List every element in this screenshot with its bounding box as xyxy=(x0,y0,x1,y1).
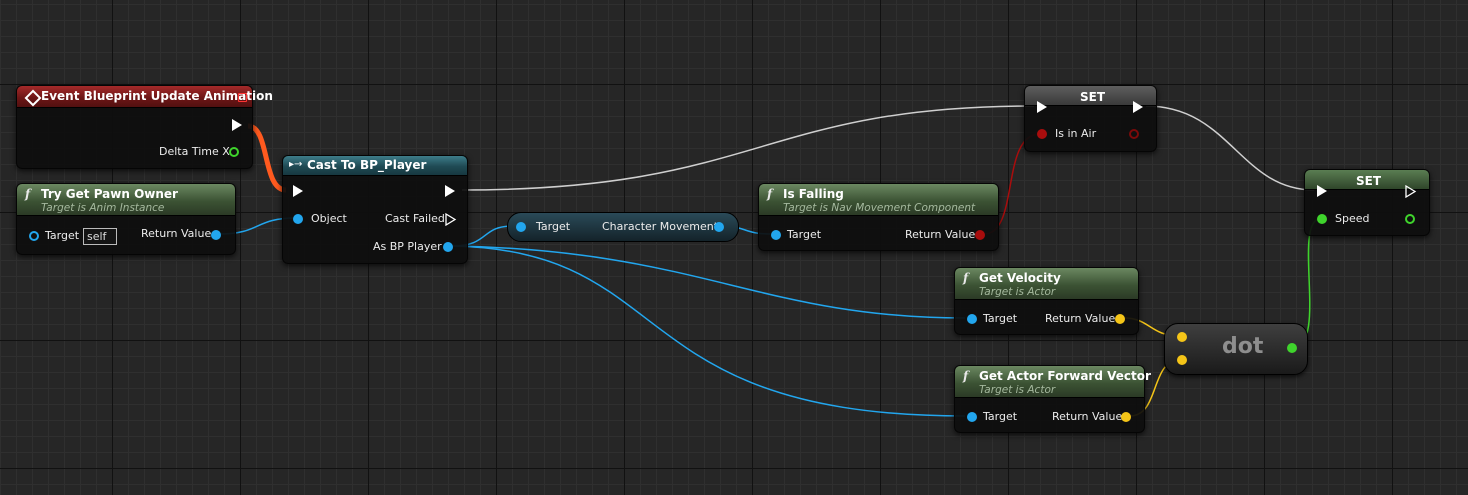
is-falling-target-pin[interactable] xyxy=(771,230,781,240)
function-icon: f xyxy=(963,369,969,383)
function-icon: f xyxy=(25,187,31,201)
set-in-air-exec-out-pin[interactable] xyxy=(1133,101,1143,113)
function-icon: f xyxy=(767,187,773,201)
charmove-target-label: Target xyxy=(536,220,571,233)
cast-icon: ▸→ xyxy=(289,159,303,170)
set-in-air-output-pin[interactable] xyxy=(1129,129,1139,139)
delta-time-pin[interactable] xyxy=(229,147,239,157)
is-falling-title: Is Falling xyxy=(783,187,844,201)
pawn-owner-target-pin[interactable] xyxy=(29,231,39,241)
charmove-output-label: Character Movement xyxy=(602,220,719,233)
get-forward-target-label: Target xyxy=(983,410,1018,423)
is-falling-target-label: Target xyxy=(787,228,822,241)
charmove-target-pin[interactable] xyxy=(516,222,526,232)
get-forward-header: f Get Actor Forward Vector Target is Act… xyxy=(955,366,1151,398)
event-node-header: Event Blueprint Update Animation xyxy=(17,86,273,108)
try-get-pawn-owner-title: Try Get Pawn Owner xyxy=(41,187,178,201)
get-velocity-node[interactable]: f Get Velocity Target is Actor Target Re… xyxy=(954,267,1139,335)
cast-as-pin[interactable] xyxy=(443,242,453,252)
cast-object-pin[interactable] xyxy=(293,214,303,224)
get-velocity-title: Get Velocity xyxy=(979,271,1061,285)
get-forward-title: Get Actor Forward Vector xyxy=(979,369,1151,383)
function-icon: f xyxy=(963,271,969,285)
cast-failed-pin-outline xyxy=(445,213,457,226)
object-wire-cast-to-forward xyxy=(451,245,966,417)
set-speed-exec-out-pin[interactable] xyxy=(1405,185,1417,198)
get-velocity-return-label: Return Value xyxy=(1045,312,1116,325)
pawn-owner-target-label: Target xyxy=(45,229,80,242)
get-forward-return-label: Return Value xyxy=(1052,410,1123,423)
pawn-owner-target-input[interactable]: self xyxy=(83,228,117,245)
is-falling-return-pin[interactable] xyxy=(975,230,985,240)
set-speed-node[interactable]: SET Speed xyxy=(1304,169,1430,236)
delta-time-label: Delta Time X xyxy=(159,145,230,158)
cast-exec-out-pin[interactable] xyxy=(445,185,455,197)
try-get-pawn-owner-header: f Try Get Pawn Owner Target is Anim Inst… xyxy=(17,184,235,216)
object-wire-cast-to-velocity xyxy=(451,245,966,319)
get-velocity-subtitle: Target is Actor xyxy=(979,286,1056,298)
get-actor-forward-vector-node[interactable]: f Get Actor Forward Vector Target is Act… xyxy=(954,365,1151,433)
delegate-pin-icon[interactable] xyxy=(238,93,247,102)
pawn-owner-return-label: Return Value xyxy=(141,227,212,240)
cast-node-title: Cast To BP_Player xyxy=(307,158,427,172)
character-movement-node[interactable]: Target Character Movement xyxy=(507,212,739,242)
charmove-output-pin[interactable] xyxy=(714,222,724,232)
event-icon xyxy=(24,89,42,107)
set-speed-input-pin[interactable] xyxy=(1317,214,1327,224)
exec-wire-set-in-air-to-set-speed xyxy=(1145,105,1315,191)
set-in-air-exec-in-pin[interactable] xyxy=(1037,101,1047,113)
cast-to-bp-player-node[interactable]: ▸→ Cast To BP_Player Object Cast Failed … xyxy=(282,155,468,264)
dot-input-a-pin[interactable] xyxy=(1177,332,1187,342)
set-in-air-input-pin[interactable] xyxy=(1037,129,1047,139)
cast-as-label: As BP Player xyxy=(373,240,442,253)
set-speed-exec-in-pin[interactable] xyxy=(1317,185,1327,197)
is-falling-header: f Is Falling Target is Nav Movement Comp… xyxy=(759,184,998,216)
set-speed-var-label: Speed xyxy=(1335,212,1370,225)
set-speed-output-pin[interactable] xyxy=(1405,214,1415,224)
set-is-in-air-node[interactable]: SET Is in Air xyxy=(1024,85,1157,152)
set-in-air-title: SET xyxy=(1080,90,1106,104)
dot-node-label: dot xyxy=(1222,334,1264,359)
exec-wire-event-to-cast xyxy=(247,123,287,193)
exec-wire-cast-to-set-in-air xyxy=(461,105,1035,191)
dot-input-b-pin[interactable] xyxy=(1177,355,1187,365)
try-get-pawn-owner-node[interactable]: f Try Get Pawn Owner Target is Anim Inst… xyxy=(16,183,236,255)
dot-output-pin[interactable] xyxy=(1287,343,1297,353)
event-exec-out-pin[interactable] xyxy=(232,119,242,131)
is-falling-subtitle: Target is Nav Movement Component xyxy=(783,202,976,214)
get-velocity-target-pin[interactable] xyxy=(967,314,977,324)
event-blueprint-update-animation-node[interactable]: Event Blueprint Update Animation Delta T… xyxy=(16,85,273,169)
is-falling-node[interactable]: f Is Falling Target is Nav Movement Comp… xyxy=(758,183,999,251)
get-velocity-return-pin[interactable] xyxy=(1115,314,1125,324)
cast-failed-label: Cast Failed xyxy=(385,212,445,225)
cast-node-header: ▸→ Cast To BP_Player xyxy=(283,156,467,176)
get-forward-subtitle: Target is Actor xyxy=(979,384,1056,396)
set-speed-title: SET xyxy=(1356,174,1382,188)
pawn-owner-return-pin[interactable] xyxy=(211,230,221,240)
set-in-air-var-label: Is in Air xyxy=(1055,127,1097,140)
cast-exec-in-pin[interactable] xyxy=(293,185,303,197)
cast-object-label: Object xyxy=(311,212,347,225)
get-forward-target-pin[interactable] xyxy=(967,412,977,422)
get-velocity-target-label: Target xyxy=(983,312,1018,325)
is-falling-return-label: Return Value xyxy=(905,228,976,241)
dot-product-node[interactable]: dot xyxy=(1164,323,1308,375)
get-velocity-header: f Get Velocity Target is Actor xyxy=(955,268,1138,300)
try-get-pawn-owner-subtitle: Target is Anim Instance xyxy=(41,202,165,214)
get-forward-return-pin[interactable] xyxy=(1121,412,1131,422)
